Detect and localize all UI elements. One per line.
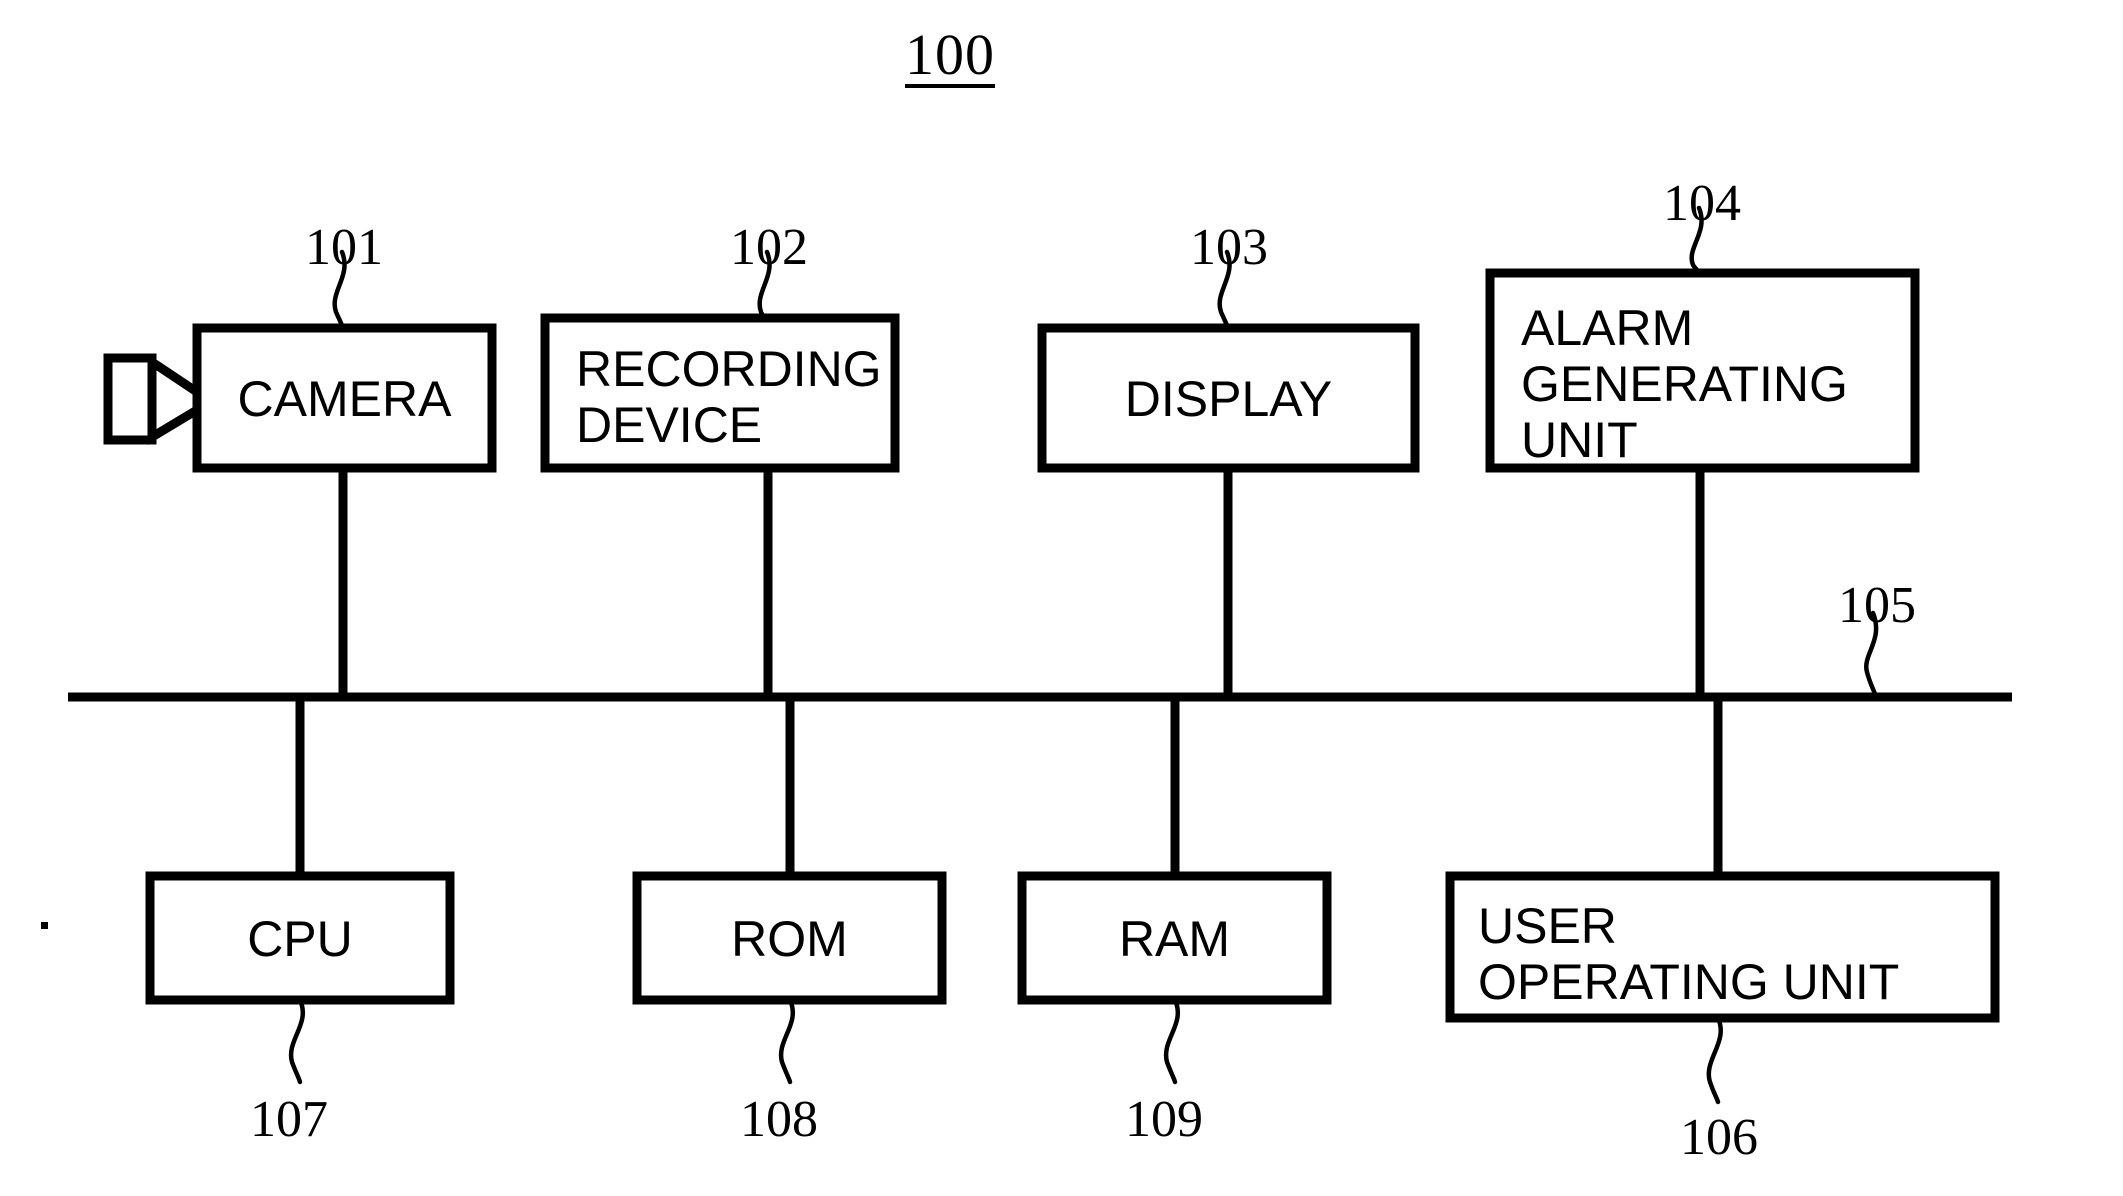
lens-body-rect xyxy=(103,353,157,445)
reference-numeral-102: 102 xyxy=(730,219,808,276)
leader-107 xyxy=(288,997,305,1085)
block-label-cpu: CPU xyxy=(247,911,353,967)
block-label-recording-device: RECORDING DEVICE xyxy=(576,341,882,453)
block-label-ram: RAM xyxy=(1118,911,1231,967)
lens-cone-shape xyxy=(147,353,202,445)
leader-109 xyxy=(1163,997,1180,1085)
scan-artifact-dot xyxy=(41,922,48,929)
reference-numeral-107: 107 xyxy=(250,1091,328,1148)
bus-line-group xyxy=(68,610,2012,702)
block-label-alarm-generating-unit: ALARM GENERATING UNIT xyxy=(1521,300,1848,468)
reference-numeral-109: 109 xyxy=(1125,1091,1203,1148)
recording-device-line-2: DEVICE xyxy=(576,397,763,453)
patent-figure: 100 CAMERA RECORDING DEVICE DISPLAY ALARM… xyxy=(0,0,2123,1196)
connector-lines-group xyxy=(295,468,1723,876)
block-label-user-operating-unit: USER OPERATING UNIT xyxy=(1478,898,1899,1010)
reference-numeral-101: 101 xyxy=(305,219,383,276)
reference-numeral-106: 106 xyxy=(1680,1109,1758,1166)
figure-title: 100 xyxy=(905,22,995,87)
user-operating-line-1: USER xyxy=(1478,898,1617,954)
block-label-display: DISPLAY xyxy=(1124,371,1333,427)
reference-numeral-108: 108 xyxy=(740,1091,818,1148)
block-label-rom: ROM xyxy=(731,911,848,967)
recording-device-line-1: RECORDING xyxy=(576,341,882,397)
block-label-camera: CAMERA xyxy=(237,371,452,427)
camera-lens-icon xyxy=(103,353,202,445)
reference-numeral-104: 104 xyxy=(1663,175,1741,232)
leader-108 xyxy=(778,997,795,1085)
reference-numeral-105: 105 xyxy=(1838,577,1916,634)
alarm-line-1: ALARM xyxy=(1521,300,1694,356)
leader-106 xyxy=(1706,1015,1723,1105)
user-operating-line-2: OPERATING UNIT xyxy=(1478,954,1900,1010)
alarm-line-3: UNIT xyxy=(1521,412,1638,468)
diagram-canvas xyxy=(68,205,2012,1105)
reference-numeral-103: 103 xyxy=(1190,219,1268,276)
alarm-line-2: GENERATING xyxy=(1521,356,1848,412)
